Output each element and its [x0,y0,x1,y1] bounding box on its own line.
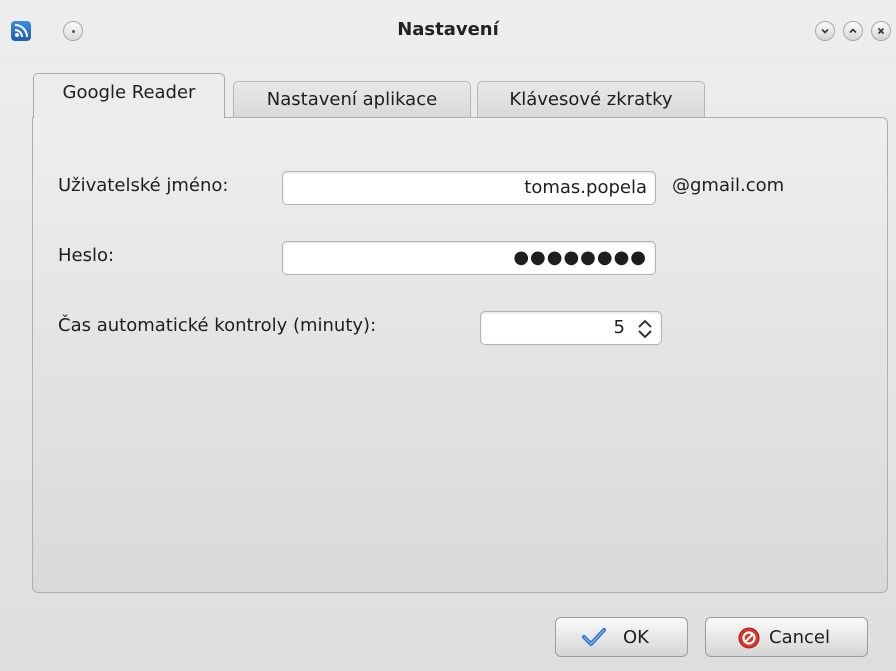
username-label: Uživatelské jméno: [58,175,229,196]
cancel-button[interactable]: Cancel [705,617,868,657]
close-button[interactable] [871,21,891,41]
spin-arrows-icon[interactable] [636,318,654,340]
tab-keyboard-shortcuts[interactable]: Klávesové zkratky [477,81,705,118]
chevron-up-icon [849,28,857,34]
cancel-icon [738,627,760,649]
ok-button[interactable]: OK [555,617,688,657]
title-bar: Nastavení [0,0,896,66]
tab-google-reader[interactable]: Google Reader [33,73,225,118]
checkmark-icon [582,628,606,646]
interval-label: Čas automatické kontroly (minuty): [58,315,377,336]
maximize-button[interactable] [843,21,863,41]
username-input[interactable]: tomas.popela [282,171,656,205]
tab-app-settings[interactable]: Nastavení aplikace [233,81,471,118]
password-label: Heslo: [58,245,115,266]
window-title: Nastavení [397,19,499,40]
settings-dialog: Nastavení Google Reader Nastavení aplika… [0,0,896,671]
chevron-down-icon [821,28,829,34]
close-icon [877,27,885,35]
password-input[interactable]: ●●●●●●●● [282,241,656,275]
ok-label: OK [623,627,649,648]
cancel-label: Cancel [769,627,830,648]
interval-value: 5 [613,317,625,338]
interval-spinbox[interactable]: 5 [480,311,662,345]
username-suffix: @gmail.com [672,175,785,196]
minimize-button[interactable] [815,21,835,41]
